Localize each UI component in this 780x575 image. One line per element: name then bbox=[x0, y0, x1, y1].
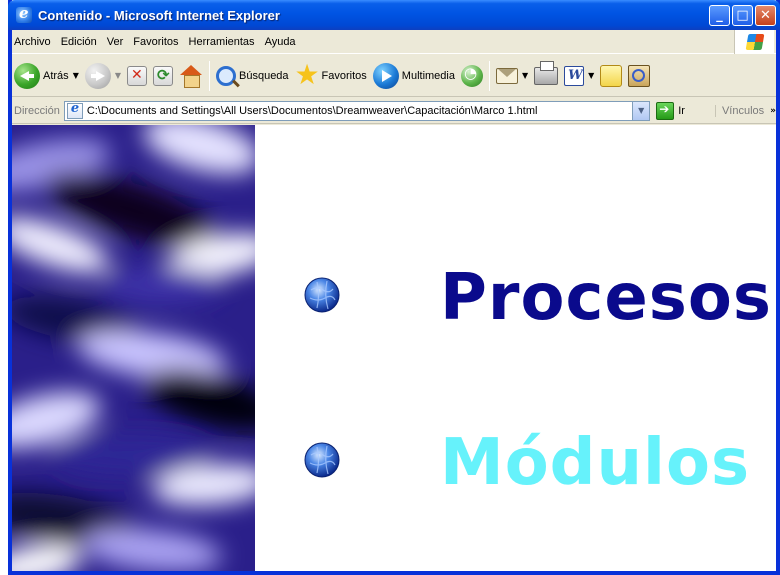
favorites-label: Favoritos bbox=[321, 69, 367, 82]
history-icon bbox=[460, 64, 483, 87]
research-button[interactable] bbox=[628, 64, 651, 87]
menu-ver[interactable]: Ver bbox=[102, 36, 129, 48]
minimize-button[interactable]: _ bbox=[709, 4, 730, 26]
back-button[interactable]: Atrás ▼ bbox=[14, 62, 79, 89]
print-button[interactable] bbox=[534, 60, 559, 85]
menu-ayuda[interactable]: Ayuda bbox=[260, 36, 301, 48]
research-icon bbox=[628, 64, 651, 87]
title-bar[interactable]: Contenido - Microsoft Internet Explorer … bbox=[8, 0, 780, 30]
nav-link-procesos[interactable]: Procesos bbox=[255, 261, 776, 335]
edit-dropdown-icon[interactable]: ▼ bbox=[588, 71, 594, 80]
windows-logo-icon bbox=[734, 30, 774, 54]
media-button[interactable]: Multimedia bbox=[372, 62, 455, 89]
history-button[interactable] bbox=[460, 64, 483, 87]
back-arrow-icon bbox=[14, 62, 40, 89]
mail-button[interactable]: ▼ bbox=[495, 67, 528, 84]
star-icon bbox=[295, 58, 320, 91]
window-controls: _ □ ✕ bbox=[709, 4, 776, 26]
media-icon bbox=[372, 62, 399, 89]
refresh-button[interactable] bbox=[153, 65, 173, 86]
home-icon bbox=[179, 64, 203, 88]
menu-favoritos[interactable]: Favoritos bbox=[128, 36, 183, 48]
go-button[interactable]: Ir bbox=[656, 101, 685, 120]
edit-button[interactable]: ▼ bbox=[564, 65, 594, 86]
menu-herramientas[interactable]: Herramientas bbox=[184, 36, 260, 48]
address-value[interactable]: C:\Documents and Settings\All Users\Docu… bbox=[87, 105, 632, 117]
toolbar-separator bbox=[488, 60, 490, 91]
menu-archivo[interactable]: Archivo bbox=[12, 36, 56, 48]
forward-button[interactable]: ▼ bbox=[84, 62, 121, 89]
stop-button[interactable] bbox=[127, 65, 147, 86]
page-content: Procesos Módulos bbox=[12, 125, 776, 571]
print-icon bbox=[534, 60, 559, 85]
mail-dropdown-icon[interactable]: ▼ bbox=[522, 71, 528, 80]
search-button[interactable]: Búsqueda bbox=[216, 65, 289, 86]
nav-link-procesos-label[interactable]: Procesos bbox=[440, 261, 772, 335]
address-input[interactable]: C:\Documents and Settings\All Users\Docu… bbox=[63, 100, 651, 121]
forward-arrow-icon bbox=[84, 62, 111, 89]
globe-bullet-icon bbox=[304, 277, 340, 313]
left-frame-background bbox=[12, 125, 255, 571]
refresh-icon bbox=[153, 65, 173, 86]
address-dropdown-icon[interactable]: ▼ bbox=[632, 101, 650, 120]
window-title: Contenido - Microsoft Internet Explorer bbox=[38, 7, 280, 23]
toolbar-separator bbox=[209, 60, 210, 91]
back-label: Atrás bbox=[43, 69, 69, 82]
standard-toolbar: Atrás ▼ ▼ Búsqueda Favoritos Multimedia bbox=[12, 55, 776, 97]
globe-bullet-icon bbox=[304, 442, 340, 478]
right-frame: Procesos Módulos bbox=[255, 125, 776, 571]
search-label: Búsqueda bbox=[239, 69, 289, 82]
forward-dropdown-icon[interactable]: ▼ bbox=[115, 71, 121, 80]
media-label: Multimedia bbox=[401, 69, 455, 82]
ie-logo-icon bbox=[16, 4, 32, 23]
note-icon bbox=[600, 64, 623, 87]
nav-link-modulos[interactable]: Módulos bbox=[255, 426, 776, 500]
stop-icon bbox=[127, 65, 147, 86]
address-bar: Dirección C:\Documents and Settings\All … bbox=[12, 98, 776, 124]
nav-link-modulos-label[interactable]: Módulos bbox=[440, 426, 750, 500]
search-icon bbox=[216, 65, 236, 86]
go-label: Ir bbox=[678, 104, 685, 117]
wave-texture-image bbox=[12, 125, 255, 571]
menu-edicion[interactable]: Edición bbox=[56, 36, 102, 48]
links-more-icon[interactable]: » bbox=[770, 106, 776, 116]
browser-window: Contenido - Microsoft Internet Explorer … bbox=[8, 0, 780, 575]
close-button[interactable]: ✕ bbox=[755, 4, 776, 26]
discuss-button[interactable] bbox=[600, 64, 623, 87]
menu-bar: Archivo Edición Ver Favoritos Herramient… bbox=[12, 30, 776, 54]
word-icon bbox=[564, 65, 585, 86]
maximize-button[interactable]: □ bbox=[732, 4, 753, 26]
back-dropdown-icon[interactable]: ▼ bbox=[73, 71, 79, 80]
address-label: Dirección bbox=[14, 104, 60, 117]
go-arrow-icon bbox=[656, 101, 675, 120]
mail-icon bbox=[495, 67, 518, 84]
favorites-button[interactable]: Favoritos bbox=[295, 58, 367, 91]
home-button[interactable] bbox=[179, 64, 203, 88]
links-toolbar[interactable]: Vínculos bbox=[714, 104, 764, 117]
page-icon bbox=[66, 101, 83, 119]
